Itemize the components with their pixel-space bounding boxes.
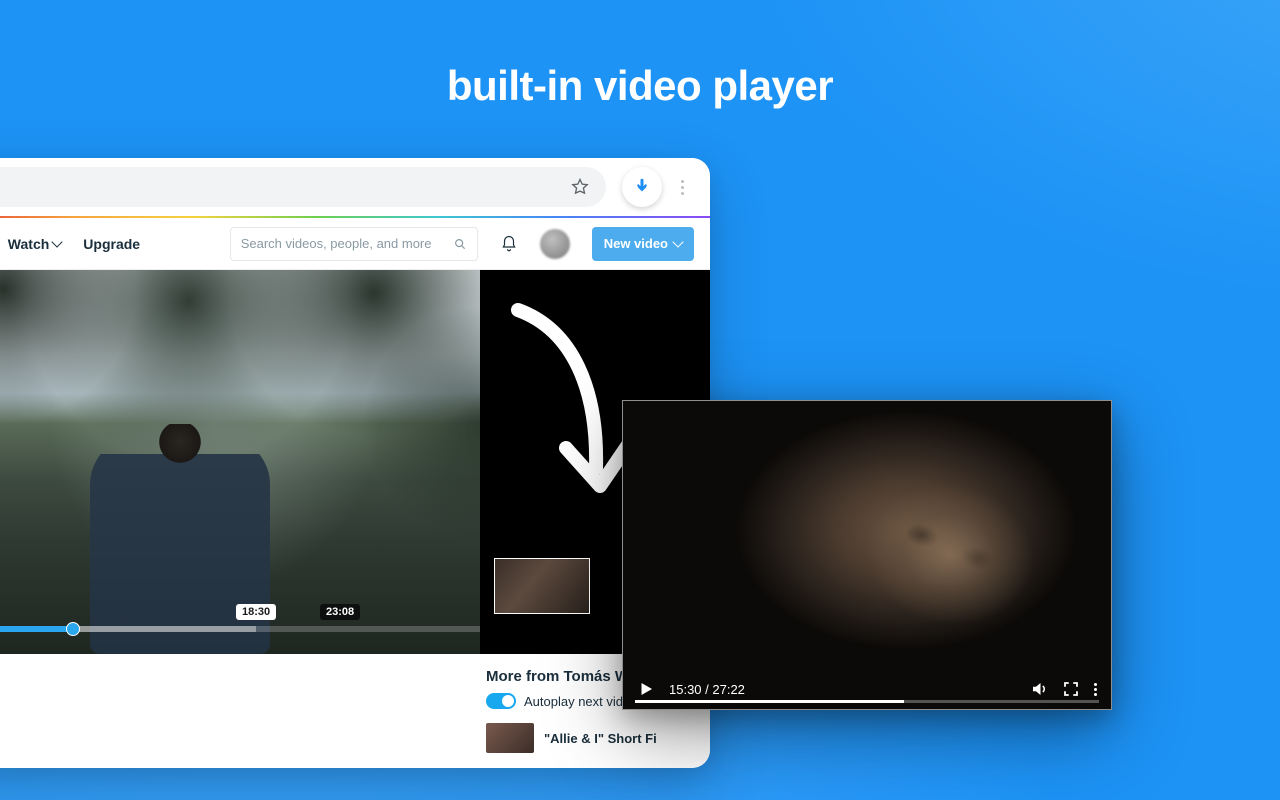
- below-video-area: More from Tomás Whitmore Autoplay next v…: [0, 654, 710, 768]
- search-placeholder: Search videos, people, and more: [241, 236, 432, 251]
- video-frame: [0, 270, 480, 654]
- chevron-down-icon: [672, 236, 683, 247]
- fullscreen-icon[interactable]: [1062, 680, 1080, 698]
- next-video-item[interactable]: "Allie & I" Short Fi: [486, 723, 694, 753]
- autoplay-label: Autoplay next video: [524, 694, 637, 709]
- nav-item-watch[interactable]: Watch: [8, 236, 61, 252]
- popup-video-frame: [623, 401, 1111, 709]
- browser-menu-icon[interactable]: [668, 180, 696, 195]
- download-arrow-icon: [633, 178, 651, 196]
- popup-progress-fill: [635, 700, 904, 703]
- site-nav: s Watch Upgrade Search videos, people, a…: [0, 218, 710, 270]
- time-current-badge: 18:30: [236, 604, 276, 620]
- next-video-thumbnail: [486, 723, 534, 753]
- popup-progress-bar[interactable]: [635, 700, 1099, 703]
- scrub-thumbnail: [494, 558, 590, 614]
- star-icon[interactable]: [570, 177, 590, 197]
- search-icon: [453, 237, 467, 251]
- video-player[interactable]: 18:30 23:08: [0, 270, 710, 654]
- address-bar[interactable]: 0495: [0, 167, 606, 207]
- progress-handle[interactable]: [66, 622, 80, 636]
- chevron-down-icon: [52, 236, 63, 247]
- progress-fill: [0, 626, 70, 632]
- popup-time-display: 15:30 / 27:22: [669, 682, 745, 697]
- play-icon[interactable]: [637, 680, 655, 698]
- autoplay-toggle[interactable]: [486, 693, 516, 709]
- nav-label: Watch: [8, 236, 49, 252]
- volume-icon[interactable]: [1030, 680, 1048, 698]
- page-headline: built-in video player: [0, 62, 1280, 110]
- notifications-icon[interactable]: [500, 235, 518, 253]
- popup-controls: 15:30 / 27:22: [623, 669, 1111, 709]
- download-extension-button[interactable]: [622, 167, 662, 207]
- browser-window: 0495 s Watch Upgrade Search: [0, 158, 710, 768]
- time-hover-badge: 23:08: [320, 604, 360, 620]
- popup-video-player[interactable]: 15:30 / 27:22: [622, 400, 1112, 710]
- more-options-icon[interactable]: [1094, 683, 1097, 696]
- nav-label: Upgrade: [83, 236, 140, 252]
- progress-bar[interactable]: [0, 626, 480, 632]
- next-video-title: "Allie & I" Short Fi: [544, 731, 657, 746]
- new-video-label: New video: [604, 236, 668, 251]
- nav-item-upgrade[interactable]: Upgrade: [83, 236, 140, 252]
- avatar[interactable]: [540, 229, 570, 259]
- search-input[interactable]: Search videos, people, and more: [230, 227, 478, 261]
- new-video-button[interactable]: New video: [592, 227, 694, 261]
- browser-toolbar: 0495: [0, 158, 710, 216]
